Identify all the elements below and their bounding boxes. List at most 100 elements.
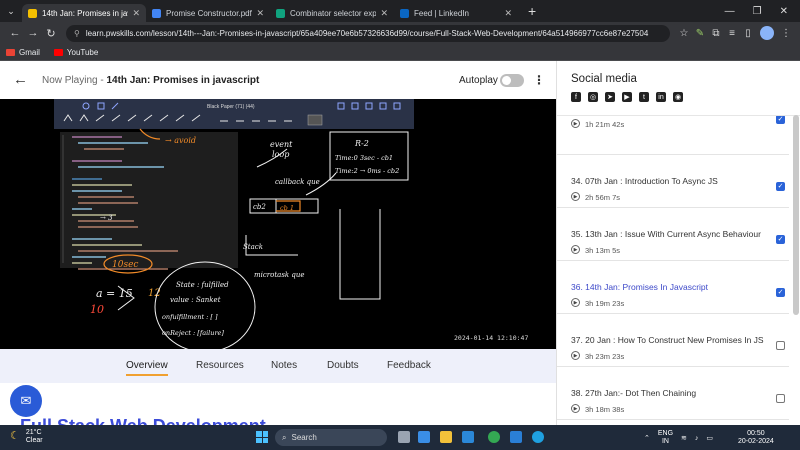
twitter-icon[interactable]: t <box>639 92 649 102</box>
task-view-icon[interactable] <box>398 431 410 443</box>
sidebar-title: Social media <box>571 73 637 85</box>
facebook-icon[interactable]: f <box>571 92 581 102</box>
file-explorer-icon[interactable] <box>440 431 452 443</box>
browser-tab[interactable]: Feed | LinkedIn ✕ <box>394 4 518 22</box>
youtube-icon[interactable]: ▶ <box>622 92 632 102</box>
clock-date: 20-02-2024 <box>738 438 774 445</box>
search-icon: ⌕ <box>282 432 287 442</box>
reload-icon[interactable]: ↻ <box>42 27 60 40</box>
lesson-item[interactable]: 37. 20 Jan : How To Construct New Promis… <box>557 314 789 367</box>
lesson-complete-checkbox[interactable]: ✓ <box>776 182 785 191</box>
tab-resources[interactable]: Resources <box>196 360 244 371</box>
hw-event-1: event <box>270 140 293 149</box>
lesson-duration: 3h 19m 23s <box>585 299 625 308</box>
tab-close-icon[interactable]: ✕ <box>132 8 140 19</box>
windows-start-icon[interactable] <box>256 431 268 443</box>
play-circle-icon: ▶ <box>571 245 580 254</box>
profile-avatar[interactable] <box>760 26 774 40</box>
tray-chevron-icon[interactable]: ⌃ <box>644 434 650 442</box>
wifi-icon[interactable]: ≋ <box>681 434 687 442</box>
tab-search-icon[interactable]: ⌄ <box>0 0 22 22</box>
tab-close-icon[interactable]: ✕ <box>504 8 512 19</box>
chat-support-button[interactable]: ✉ <box>10 385 42 417</box>
browser-tab[interactable]: Promise Constructor.pdf - Goo ✕ <box>146 4 270 22</box>
lesson-duration: 3h 23m 23s <box>585 352 625 361</box>
lesson-item[interactable]: 34. 07th Jan : Introduction To Async JS ▶… <box>557 155 789 208</box>
system-clock[interactable]: 00:50 20-02-2024 <box>738 430 774 446</box>
back-arrow-icon[interactable]: ← <box>13 71 28 88</box>
lesson-complete-checkbox[interactable]: ✓ <box>776 235 785 244</box>
vscode-icon[interactable] <box>510 431 522 443</box>
chrome-icon[interactable] <box>488 431 500 443</box>
bookmark-star-icon[interactable]: ☆ <box>676 28 692 39</box>
tab-notes[interactable]: Notes <box>271 360 297 371</box>
autoplay-toggle[interactable] <box>500 74 524 87</box>
lesson-item[interactable]: 35. 13th Jan : Issue With Current Async … <box>557 208 789 261</box>
bookmark-youtube[interactable]: YouTube <box>53 48 98 57</box>
canvas-title: Black Paper (71) (44) <box>207 104 255 110</box>
forward-icon[interactable]: → <box>24 27 42 39</box>
hw-10sec: 10sec <box>112 260 138 270</box>
minimize-icon[interactable]: — <box>725 6 735 17</box>
edge-icon[interactable] <box>532 431 544 443</box>
tab-close-icon[interactable]: ✕ <box>256 8 264 19</box>
taskbar-search[interactable]: ⌕ Search <box>275 429 387 446</box>
clock-time: 00:50 <box>747 430 765 437</box>
store-icon[interactable] <box>462 431 474 443</box>
browser-tab-bar: ⌄ 14th Jan: Promises in javascript✕Promi… <box>0 0 800 22</box>
more-options-icon[interactable]: ⋮ <box>533 73 545 87</box>
discord-icon[interactable]: ◉ <box>673 92 683 102</box>
url-field[interactable]: ⚲ learn.pwskills.com/lesson/14th---Jan:-… <box>66 24 670 42</box>
volume-icon[interactable]: ♪ <box>695 435 699 442</box>
tab-overview[interactable]: Overview <box>126 360 168 376</box>
browser-tab[interactable]: Combinator selector explanatio✕ <box>270 4 394 22</box>
lesson-item[interactable]: ▶ 1h 21m 42s ✓ <box>557 116 789 155</box>
lesson-duration: 3h 13m 5s <box>585 246 621 255</box>
content-tabs: Overview Resources Notes Doubts Feedback <box>0 349 556 383</box>
whiteboard-canvas: Black Paper (71) (44) event loop callbac… <box>54 99 414 349</box>
site-info-icon[interactable]: ⚲ <box>74 29 80 38</box>
hw-ten: 10 <box>90 303 104 316</box>
browser-tab[interactable]: 14th Jan: Promises in javascript ✕ <box>22 4 146 22</box>
sidebar-scrollbar[interactable] <box>793 115 799 315</box>
extension-icon[interactable]: ✎ <box>692 28 708 39</box>
lesson-list[interactable]: ▶ 1h 21m 42s ✓ 34. 07th Jan : Introduction … <box>557 115 800 425</box>
youtube-icon <box>53 48 63 56</box>
close-window-icon[interactable]: ✕ <box>780 6 788 17</box>
lesson-complete-checkbox[interactable]: ✓ <box>776 288 785 297</box>
bookmark-gmail[interactable]: Gmail <box>6 48 40 57</box>
play-circle-icon: ▶ <box>571 404 580 413</box>
telegram-icon[interactable]: ➤ <box>605 92 615 102</box>
tab-feedback[interactable]: Feedback <box>387 360 431 371</box>
bookmarks-bar: Gmail YouTube <box>0 44 800 61</box>
new-tab-icon[interactable]: + <box>528 3 536 19</box>
battery-icon[interactable]: ▭ <box>706 434 713 442</box>
video-player[interactable]: Black Paper (71) (44) event loop callbac… <box>0 99 556 349</box>
sidepanel-icon[interactable]: ▯ <box>740 28 756 39</box>
lesson-item[interactable]: 38. 27th Jan:- Dot Then Chaining ▶ 3h 18m … <box>557 367 789 420</box>
search-label: Search <box>291 433 317 442</box>
back-icon[interactable]: ← <box>6 27 24 39</box>
lesson-complete-checkbox[interactable] <box>776 341 785 350</box>
lesson-complete-checkbox[interactable] <box>776 394 785 403</box>
lesson-complete-checkbox[interactable]: ✓ <box>776 116 785 124</box>
reading-list-icon[interactable]: ≡ <box>724 28 740 39</box>
lesson-item[interactable]: 36. 14th Jan: Promises In Javascript ▶ 3h … <box>557 261 789 314</box>
linkedin-icon[interactable]: in <box>656 92 666 102</box>
lesson-title: 35. 13th Jan : Issue With Current Async … <box>571 229 761 239</box>
tab-close-icon[interactable]: ✕ <box>380 8 388 19</box>
tab-doubts[interactable]: Doubts <box>327 360 359 371</box>
now-playing-bar: ← Now Playing - 14th Jan: Promises in ja… <box>0 61 556 99</box>
weather-widget[interactable]: ☾ 21°C Clear <box>10 429 43 445</box>
language-indicator[interactable]: ENG IN <box>658 430 673 446</box>
hw-callback-queue: callback que <box>275 178 320 186</box>
hw-microtask: microtask que <box>254 271 305 279</box>
moon-icon: ☾ <box>10 430 20 442</box>
instagram-icon[interactable]: ◎ <box>588 92 598 102</box>
chrome-menu-icon[interactable]: ⋮ <box>778 28 794 39</box>
teams-icon[interactable] <box>418 431 430 443</box>
extensions-puzzle-icon[interactable]: ⧉ <box>708 28 724 39</box>
system-tray: ⌃ ENG IN ≋ ♪ ▭ <box>644 430 713 446</box>
course-sidebar: Social media f ◎ ➤ ▶ t in ◉ ▶ 1h 21m 42s ✓… <box>556 61 800 425</box>
maximize-icon[interactable]: ❐ <box>753 6 762 17</box>
